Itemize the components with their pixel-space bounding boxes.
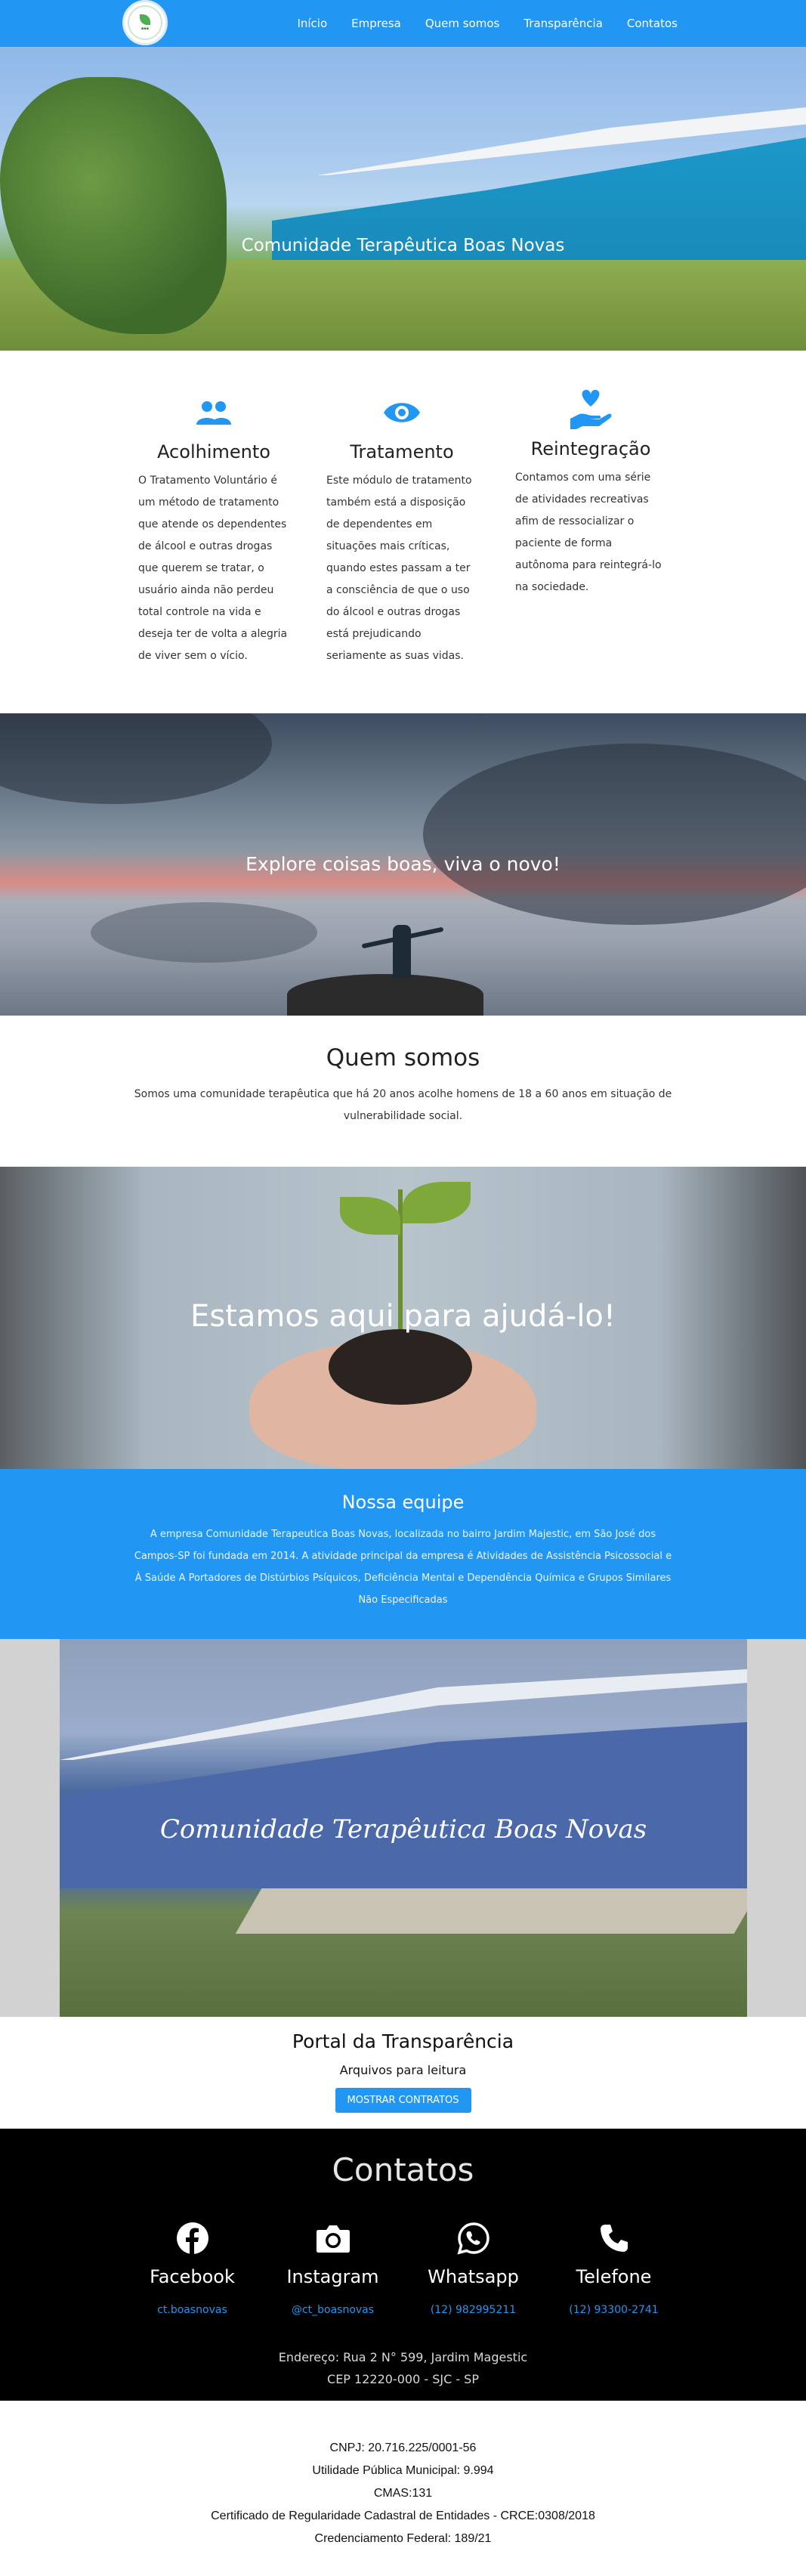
logo-mark: ▪▪▪ (141, 26, 150, 31)
whatsapp-icon[interactable] (403, 2219, 544, 2257)
footer-utilidade-publica: Utilidade Pública Municipal: 9.994 (312, 2464, 494, 2477)
facebook-icon[interactable] (122, 2219, 263, 2257)
contact-link[interactable]: (12) 982995211 (403, 2304, 544, 2316)
hero-banner-community: Comunidade Terapêutica Boas Novas (0, 47, 806, 351)
section-subtitle: Arquivos para leitura (339, 2063, 467, 2077)
people-icon (138, 390, 289, 435)
hero-title: Comunidade Terapêutica Boas Novas (159, 1814, 647, 1845)
cloud (91, 902, 317, 963)
contact-link[interactable]: ct.boasnovas (122, 2304, 263, 2316)
transparencia-section: Portal da Transparência Arquivos para le… (0, 2017, 806, 2129)
features-section: Acolhimento O Tratamento Voluntário é um… (0, 351, 806, 713)
contact-facebook: Facebook ct.boasnovas (122, 2219, 263, 2316)
hero-title: Estamos aqui para ajudá-lo! (190, 1299, 616, 1334)
section-title: Contatos (332, 2151, 474, 2188)
building-wall (60, 1722, 747, 1888)
cloud (423, 744, 806, 925)
address-line: Endereço: Rua 2 N° 599, Jardim Magestic (278, 2350, 528, 2364)
hand-heart-icon (515, 387, 666, 432)
contact-instagram: Instagram @ct_boasnovas (263, 2219, 403, 2316)
section-title: Portal da Transparência (292, 2030, 514, 2052)
address-cep: CEP 12220-000 - SJC - SP (327, 2372, 479, 2386)
section-title: Nossa equipe (341, 1492, 465, 1513)
feature-text: Contamos com uma série de atividades rec… (515, 472, 662, 593)
contact-label: Facebook (150, 2266, 235, 2287)
hero-soil (329, 1329, 472, 1405)
nossa-equipe-section: Nossa equipe A empresa Comunidade Terape… (0, 1469, 806, 1639)
contact-label: Telefone (576, 2266, 652, 2287)
building-photo-band: Comunidade Terapêutica Boas Novas (0, 1639, 806, 2017)
plant-leaf (340, 1197, 400, 1235)
address: Endereço: Rua 2 N° 599, Jardim Magestic … (0, 2346, 806, 2390)
logo-icon[interactable]: ▪▪▪ (122, 0, 168, 45)
feature-reintegracao: Reintegração Contamos com uma série de a… (515, 387, 666, 598)
contact-link[interactable]: @ct_boasnovas (263, 2304, 403, 2316)
footer-crce: Certificado de Regularidade Cadastral de… (211, 2510, 595, 2522)
building-photo: Comunidade Terapêutica Boas Novas (60, 1639, 747, 2017)
quem-somos-section: Quem somos Somos uma comunidade terapêut… (0, 1016, 806, 1167)
show-contracts-button[interactable]: MOSTRAR CONTRATOS (335, 2088, 471, 2113)
hero-banner-help: Estamos aqui para ajudá-lo! (0, 1167, 806, 1469)
section-text: A empresa Comunidade Terapeutica Boas No… (134, 1529, 672, 1606)
eye-icon (326, 390, 477, 435)
section-text: Somos uma comunidade terapêutica que há … (134, 1088, 672, 1122)
leaf-icon (140, 14, 150, 25)
section-title: Quem somos (326, 1044, 480, 1072)
logo-emblem: ▪▪▪ (128, 5, 162, 40)
nav-link-contatos[interactable]: Contatos (627, 17, 678, 30)
camera-icon[interactable] (263, 2219, 403, 2257)
nav-link-quem-somos[interactable]: Quem somos (425, 17, 500, 30)
contact-label: Instagram (286, 2266, 379, 2287)
hero-title: Explore coisas boas, viva o novo! (246, 853, 560, 875)
contact-telefone: Telefone (12) 93300-2741 (544, 2219, 684, 2316)
contact-label: Whatsapp (428, 2266, 519, 2287)
plant-leaf (403, 1182, 471, 1223)
top-navbar: ▪▪▪ Início Empresa Quem somos Transparên… (0, 0, 806, 47)
feature-title: Tratamento (350, 441, 454, 462)
contact-row: Facebook ct.boasnovas Instagram @ct_boas… (0, 2219, 806, 2316)
contact-whatsapp: Whatsapp (12) 982995211 (403, 2219, 544, 2316)
nav-link-empresa[interactable]: Empresa (351, 17, 401, 30)
feature-text: O Tratamento Voluntário é um método de t… (138, 475, 288, 662)
footer-cnpj: CNPJ: 20.716.225/0001-56 (329, 2441, 477, 2454)
footer-registrations: CNPJ: 20.716.225/0001-56 Utilidade Públi… (0, 2401, 806, 2576)
footer-credenciamento: Credenciamento Federal: 189/21 (314, 2532, 492, 2545)
footer-cmas: CMAS:131 (373, 2487, 433, 2500)
feature-title: Reintegração (530, 438, 651, 459)
contact-link[interactable]: (12) 93300-2741 (544, 2304, 684, 2316)
building-path (235, 1888, 747, 1934)
phone-icon[interactable] (544, 2219, 684, 2257)
feature-title: Acolhimento (157, 441, 270, 462)
feature-acolhimento: Acolhimento O Tratamento Voluntário é um… (138, 390, 289, 667)
nav-link-transparencia[interactable]: Transparência (523, 17, 603, 30)
hero-banner-explore: Explore coisas boas, viva o novo! (0, 713, 806, 1016)
contatos-section: Contatos Facebook ct.boasnovas Instagram… (0, 2129, 806, 2401)
main-menu: Início Empresa Quem somos Transparência … (297, 0, 678, 47)
hero-title: Comunidade Terapêutica Boas Novas (241, 236, 565, 255)
feature-tratamento: Tratamento Este módulo de tratamento tam… (326, 390, 477, 667)
hero-person (393, 925, 411, 978)
feature-text: Este módulo de tratamento também está a … (326, 475, 472, 662)
hero-rock (287, 974, 483, 1016)
nav-link-inicio[interactable]: Início (297, 17, 327, 30)
cloud (0, 713, 272, 804)
